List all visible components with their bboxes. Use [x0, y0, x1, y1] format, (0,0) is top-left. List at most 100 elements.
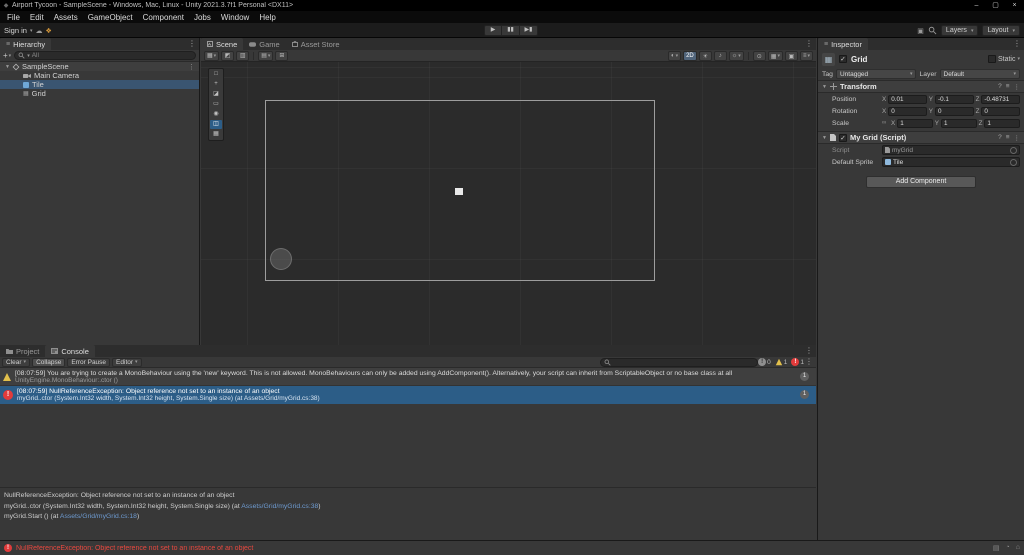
scene-visibility-button[interactable]: ⊙: [752, 51, 766, 61]
rotation-x-field[interactable]: 0: [888, 106, 927, 116]
console-toolbar-menu-icon[interactable]: ⋮: [805, 357, 813, 366]
inspector-menu-icon[interactable]: ⋮: [1013, 39, 1021, 48]
status-error-message[interactable]: NullReferenceException: Object reference…: [16, 545, 989, 552]
menu-help[interactable]: Help: [254, 13, 280, 22]
hierarchy-search-input[interactable]: ▾ All: [14, 51, 196, 60]
2d-mode-button[interactable]: 2D: [683, 51, 697, 61]
console-detail-pane[interactable]: NullReferenceException: Object reference…: [0, 487, 816, 540]
position-y-field[interactable]: -0.1: [934, 94, 974, 104]
object-picker-icon[interactable]: [1010, 146, 1017, 154]
search-filter-chevron-icon[interactable]: ▾: [27, 53, 30, 59]
presets-icon[interactable]: ≡: [1006, 83, 1010, 91]
camera-settings-dropdown[interactable]: ▣: [784, 51, 798, 61]
cloud-services-icon[interactable]: ☁: [35, 27, 42, 35]
console-menu-icon[interactable]: ⋮: [805, 346, 813, 355]
pause-button[interactable]: ▮▮: [502, 25, 520, 36]
gizmos-dropdown[interactable]: ≡ ▾: [799, 51, 813, 61]
log-entry-warning[interactable]: [08:07:59] You are trying to create a Mo…: [0, 368, 816, 386]
layers-dropdown[interactable]: Layers ▾: [940, 25, 979, 36]
menu-assets[interactable]: Assets: [49, 13, 83, 22]
services-icon[interactable]: ⌂: [1016, 544, 1020, 552]
foldout-icon[interactable]: ▼: [822, 135, 827, 141]
context-menu-icon[interactable]: ⋮: [1014, 83, 1021, 91]
script-field[interactable]: myGrid: [882, 145, 1020, 155]
warning-count-toggle[interactable]: 1: [775, 358, 787, 366]
tag-dropdown[interactable]: Untagged ▾: [835, 69, 917, 79]
tab-console[interactable]: Console: [45, 345, 95, 357]
rotation-z-field[interactable]: 0: [981, 106, 1020, 116]
scene-menu-icon[interactable]: ⋮: [805, 39, 813, 48]
menu-edit[interactable]: Edit: [25, 13, 49, 22]
tile-sprite[interactable]: [455, 188, 463, 195]
rotation-y-field[interactable]: 0: [934, 106, 974, 116]
menu-file[interactable]: File: [2, 13, 25, 22]
tab-scene[interactable]: Scene: [201, 38, 244, 50]
static-toggle[interactable]: Static ▾: [987, 55, 1020, 63]
scale-z-field[interactable]: 1: [984, 118, 1020, 128]
step-button[interactable]: ▶▮: [520, 25, 538, 36]
default-sprite-field[interactable]: Tile: [882, 157, 1020, 167]
select-tool-button[interactable]: □: [210, 70, 222, 79]
mygrid-component-header[interactable]: ▼ ✓ My Grid (Script) ? ≡ ⋮: [818, 131, 1024, 144]
transform-component-header[interactable]: ▼ Transform ? ≡ ⋮: [818, 80, 1024, 93]
eraser-tool-button[interactable]: ◫: [210, 120, 222, 129]
play-button[interactable]: ▶: [484, 25, 502, 36]
hierarchy-row-grid[interactable]: ▦ Grid: [0, 89, 199, 98]
foldout-icon[interactable]: ▼: [5, 64, 10, 70]
scale-x-field[interactable]: 1: [897, 118, 933, 128]
console-empty-area[interactable]: [0, 404, 816, 487]
position-x-field[interactable]: 0.01: [888, 94, 927, 104]
error-pause-button[interactable]: Error Pause: [67, 357, 111, 367]
log-entry-error-selected[interactable]: ! [08:07:59] NullReferenceException: Obj…: [0, 386, 816, 404]
context-menu-icon[interactable]: ⋮: [1014, 134, 1021, 142]
menu-gameobject[interactable]: GameObject: [83, 13, 138, 22]
scale-y-field[interactable]: 1: [940, 118, 977, 128]
tab-asset-store[interactable]: Asset Store: [286, 38, 346, 50]
help-icon[interactable]: ?: [998, 83, 1002, 91]
collapse-button[interactable]: Collapse: [32, 357, 66, 367]
move-tool-button[interactable]: +: [210, 80, 222, 89]
tilemap-mode-dropdown[interactable]: ▦ ▾: [204, 50, 220, 61]
scene-audio-button[interactable]: ♪: [713, 51, 727, 61]
flood-fill-tool-button[interactable]: ▦: [210, 130, 222, 139]
tab-project[interactable]: Project: [0, 345, 45, 357]
draw-mode-dropdown[interactable]: ◐ ▾: [667, 51, 682, 61]
component-enabled-checkbox[interactable]: ✓: [838, 133, 847, 142]
picker-tool-button[interactable]: ◉: [210, 110, 222, 119]
object-name-field[interactable]: Grid: [851, 55, 984, 64]
scene-lighting-button[interactable]: ☀: [698, 51, 712, 61]
menu-component[interactable]: Component: [138, 13, 189, 22]
version-control-icon[interactable]: ❖: [45, 27, 51, 35]
box-fill-tool-button[interactable]: ▭: [210, 100, 222, 109]
hierarchy-row-samplescene[interactable]: ▼ SampleScene ⋮: [0, 62, 199, 71]
layer-dropdown[interactable]: Default ▾: [939, 69, 1021, 79]
editor-dropdown[interactable]: Editor ▾: [112, 357, 142, 367]
static-checkbox[interactable]: [987, 55, 996, 63]
snap-settings-dropdown[interactable]: ▤ ▾: [258, 50, 274, 61]
hierarchy-row-tile[interactable]: Tile: [0, 80, 199, 89]
presets-icon[interactable]: ≡: [1006, 134, 1010, 142]
tool-handle-position-button[interactable]: ◩: [221, 50, 235, 61]
tab-hierarchy[interactable]: ≡ Hierarchy: [0, 38, 52, 50]
hierarchy-row-main-camera[interactable]: Main Camera: [0, 71, 199, 80]
console-search-input[interactable]: [600, 358, 758, 367]
progress-icon[interactable]: ◔: [1006, 544, 1010, 552]
help-icon[interactable]: ?: [998, 134, 1002, 142]
sign-in-button[interactable]: Sign in ▾ ☁ ❖: [4, 25, 52, 36]
scene-canvas[interactable]: □ + ◪ ▭ ◉ ◫ ▦: [201, 62, 816, 345]
undo-history-icon[interactable]: ▣: [917, 27, 924, 35]
effects-dropdown[interactable]: ☼ ▾: [728, 51, 744, 61]
foldout-icon[interactable]: ▼: [822, 84, 827, 90]
tab-game[interactable]: Game: [243, 38, 285, 50]
position-z-field[interactable]: -0.48731: [981, 94, 1020, 104]
minimize-button[interactable]: –: [967, 0, 986, 11]
error-count-toggle[interactable]: ! 1: [791, 358, 804, 366]
stack-trace-link[interactable]: Assets/Grid/myGrid.cs:38: [241, 503, 318, 510]
constrain-proportions-icon[interactable]: ∞: [882, 120, 889, 126]
active-checkbox[interactable]: ✓: [839, 55, 847, 63]
hierarchy-menu-icon[interactable]: ⋮: [188, 39, 196, 48]
scene-options-icon[interactable]: ⋮: [188, 63, 195, 71]
grid-visibility-dropdown[interactable]: ▦ ▾: [767, 51, 783, 61]
tab-inspector[interactable]: ≡ Inspector: [818, 38, 868, 50]
brush-tool-button[interactable]: ◪: [210, 90, 222, 99]
